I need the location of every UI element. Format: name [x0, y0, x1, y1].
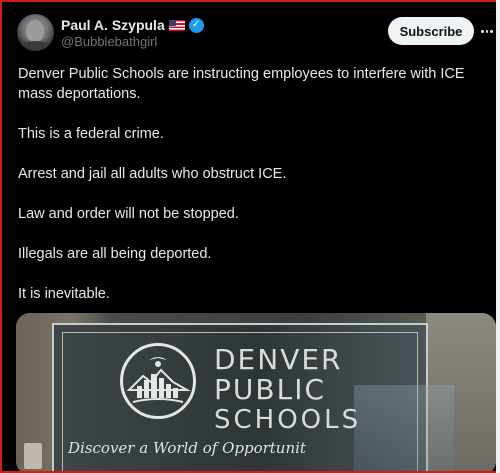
author-display-name[interactable]: Paul A. Szypula — [61, 17, 165, 33]
us-flag-icon — [168, 19, 185, 31]
subscribe-button[interactable]: Subscribe — [388, 17, 474, 45]
dps-logo-icon — [120, 343, 196, 419]
scrollbar[interactable] — [496, 0, 500, 473]
post-paragraph: Law and order will not be stopped. — [18, 206, 239, 222]
more-options-icon[interactable] — [480, 21, 494, 41]
avatar-face — [26, 20, 44, 42]
sign-line-denver: DENVER — [214, 343, 343, 376]
post-paragraph: Illegals are all being deported. — [18, 246, 212, 262]
window-reflection — [354, 385, 454, 471]
avatar[interactable] — [17, 14, 54, 51]
post: Paul A. Szypula ✓ @Bubblebathgirl Subscr… — [2, 2, 496, 471]
media-object — [24, 443, 42, 469]
post-paragraph: It is inevitable. — [18, 286, 110, 302]
verified-badge-icon[interactable]: ✓ — [188, 17, 204, 33]
post-paragraph: Denver Public Schools are instructing em… — [18, 66, 465, 102]
post-media-image[interactable]: DENVER PUBLIC SCHOOLS Discover a World o… — [16, 313, 496, 471]
sign-line-schools: SCHOOLS — [214, 405, 362, 435]
post-body: Denver Public Schools are instructing em… — [18, 64, 490, 324]
author-handle[interactable]: @Bubblebathgirl — [61, 34, 157, 49]
author-name-row: Paul A. Szypula ✓ — [61, 16, 204, 34]
sign-tagline: Discover a World of Opportunit — [68, 439, 306, 457]
post-paragraph: Arrest and jail all adults who obstruct … — [18, 166, 287, 182]
sign-title: DENVER PUBLIC SCHOOLS — [214, 343, 362, 436]
avatar-shoulders — [19, 41, 52, 51]
post-paragraph: This is a federal crime. — [18, 126, 164, 142]
sign-line-public: PUBLIC — [214, 373, 326, 406]
